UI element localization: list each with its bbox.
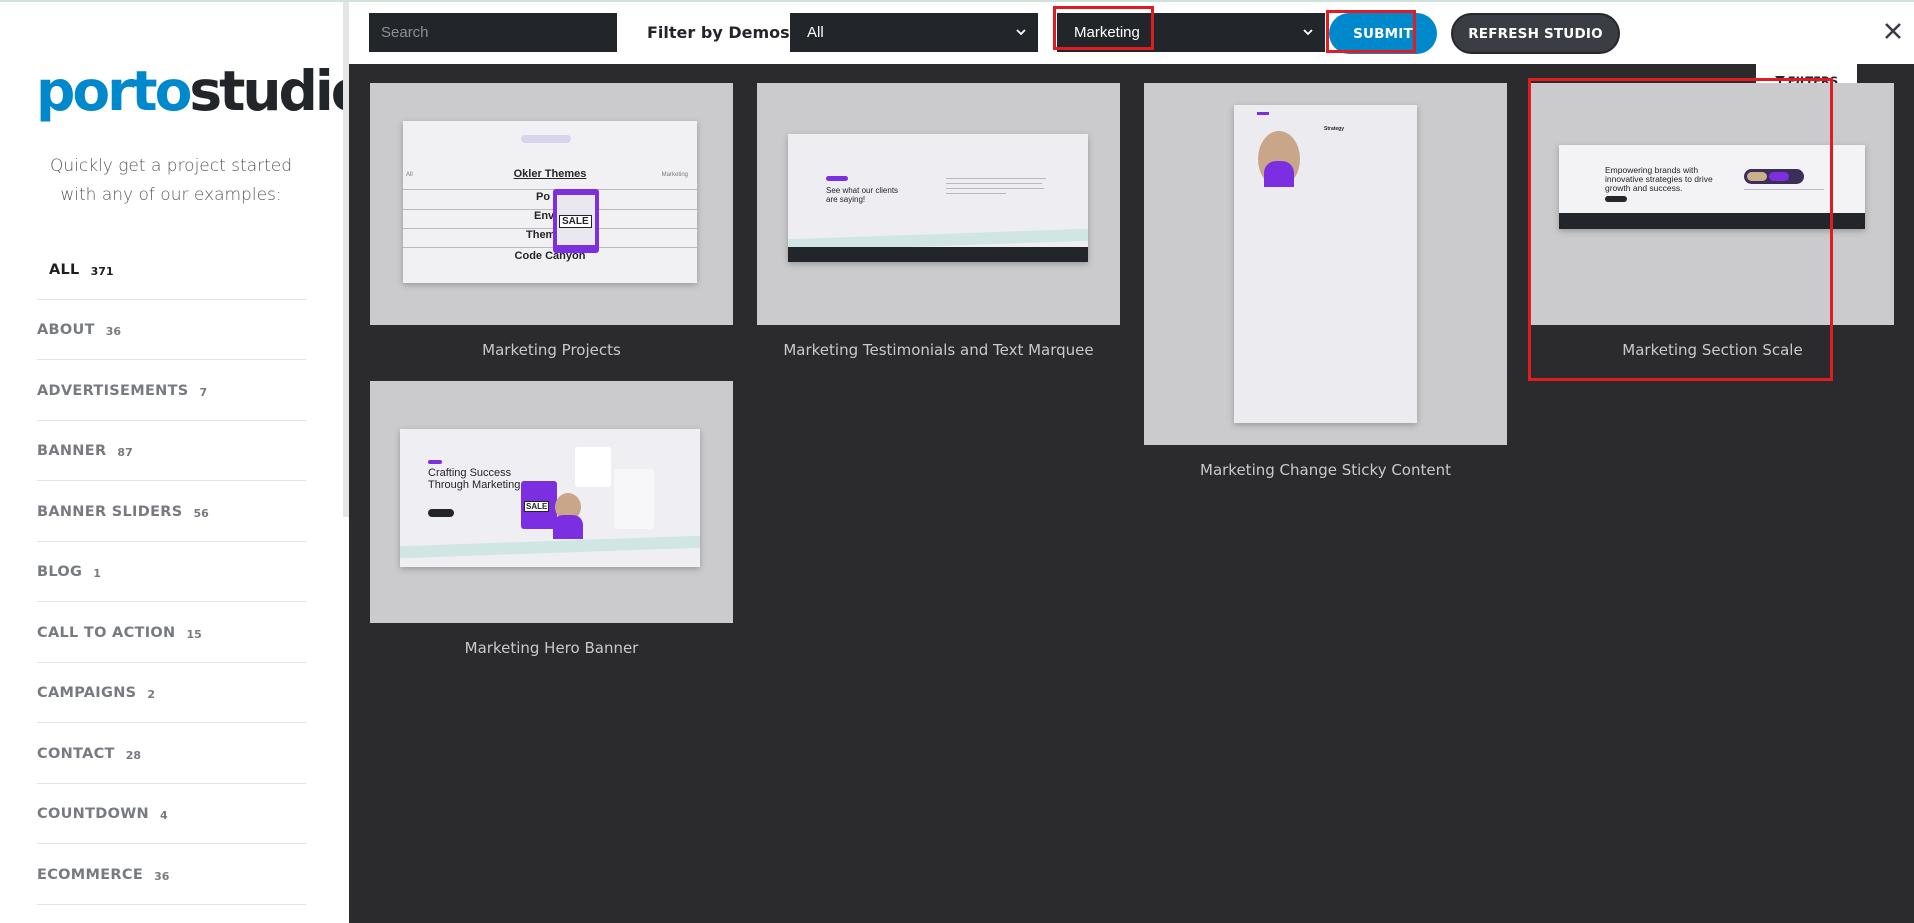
refresh-studio-button[interactable]: REFRESH STUDIO (1451, 13, 1620, 54)
category-name: ECOMMERCE (37, 866, 144, 883)
category-item-contact[interactable]: CONTACT 28 (37, 723, 306, 784)
category-count: 1 (93, 567, 101, 581)
category-select[interactable]: Marketing (1057, 13, 1325, 52)
preview-line: Po (536, 191, 551, 203)
porto-studio-logo: portostudio (36, 56, 343, 126)
preview-page: Strategy (1234, 105, 1417, 423)
category-name: CONTACT (37, 745, 115, 762)
category-name: ALL (49, 261, 80, 278)
preview-page: All Marketing Okler Themes Po Env Theme … (403, 121, 697, 283)
category-name: ADVERTISEMENTS (37, 382, 189, 399)
category-name: CALL TO ACTION (37, 624, 176, 641)
category-name: BANNER (37, 443, 107, 460)
preview-page: Crafting Success Through Marketing SALE (400, 429, 700, 567)
submit-button[interactable]: SUBMIT (1329, 13, 1437, 54)
studio-card-marketing-testimonials[interactable]: See what our clients are saying! Marketi… (757, 83, 1120, 363)
filter-toolbar: Filter by Demos All Marketing SUBMIT REF… (349, 2, 1914, 64)
category-count: 15 (186, 627, 202, 641)
logo-studio-text: studio (189, 59, 343, 123)
card-thumbnail: Crafting Success Through Marketing SALE (370, 381, 733, 623)
card-title: Marketing Change Sticky Content (1200, 461, 1451, 479)
category-item-ecommerce[interactable]: ECOMMERCE 36 (37, 844, 306, 905)
preview-heading: Empowering brands with innovative strate… (1605, 165, 1713, 193)
studio-card-marketing-hero-banner[interactable]: Crafting Success Through Marketing SALE … (370, 381, 733, 661)
studio-card-marketing-projects[interactable]: All Marketing Okler Themes Po Env Theme … (370, 83, 733, 363)
category-name: CAMPAIGNS (37, 685, 137, 702)
logo-porto-text: porto (36, 59, 192, 123)
preview-brand: Okler Themes (513, 168, 587, 180)
preview-sale-badge: SALE (524, 501, 550, 512)
card-thumbnail: All Marketing Okler Themes Po Env Theme … (370, 83, 733, 325)
studio-main: Filter by Demos All Marketing SUBMIT REF… (349, 2, 1914, 923)
category-count: 87 (117, 446, 133, 460)
category-name: ABOUT (37, 322, 95, 339)
category-count: 7 (199, 385, 208, 399)
card-title: Marketing Testimonials and Text Marquee (783, 341, 1094, 359)
category-item-blog[interactable]: BLOG 1 (37, 542, 306, 602)
category-item-call-to-action[interactable]: CALL TO ACTION 15 (37, 602, 306, 663)
filter-by-demos-label: Filter by Demos (647, 23, 790, 42)
category-item-banner-sliders[interactable]: BANNER SLIDERS 56 (37, 481, 306, 542)
preview-heading: Strategy (1324, 126, 1345, 132)
category-item-full-page[interactable]: FULL PAGE20 (37, 905, 306, 923)
card-thumbnail: Empowering brands with innovative strate… (1531, 83, 1894, 325)
preview-line: Env (534, 210, 555, 222)
category-item-banner[interactable]: BANNER 87 (37, 421, 306, 481)
category-select-value: Marketing (1074, 24, 1140, 41)
card-title: Marketing Hero Banner (464, 639, 639, 657)
category-count: 56 (193, 506, 209, 520)
chevron-down-icon (1303, 29, 1313, 36)
category-count: 28 (125, 748, 142, 762)
category-item-countdown[interactable]: COUNTDOWN 4 (37, 784, 306, 844)
preview-sale-phone: SALE (553, 189, 599, 253)
card-thumbnail: See what our clients are saying! (757, 83, 1120, 325)
category-list: ALL 371 ABOUT 36 ADVERTISEMENTS 7 BANNER 87 BANN… (37, 239, 306, 923)
category-count: 2 (147, 688, 156, 702)
category-item-advertisements[interactable]: ADVERTISEMENTS 7 (37, 360, 306, 421)
close-icon[interactable] (1880, 18, 1906, 44)
chevron-down-icon (1016, 29, 1026, 36)
category-count: 371 (90, 264, 114, 278)
category-item-all[interactable]: ALL 371 (37, 239, 306, 300)
card-title: Marketing Projects (482, 341, 621, 359)
card-title: Marketing Section Scale (1622, 341, 1803, 359)
preview-sale-badge: SALE (559, 215, 592, 228)
preview-page: See what our clients are saying! (788, 134, 1088, 262)
preview-heading: Crafting Success Through Marketing (428, 467, 521, 491)
card-thumbnail: Strategy (1144, 83, 1507, 445)
category-item-campaigns[interactable]: CAMPAIGNS 2 (37, 663, 306, 723)
preview-heading: See what our clients are saying! (826, 186, 899, 204)
demos-select[interactable]: All (790, 13, 1038, 52)
category-count: 36 (105, 325, 122, 339)
category-name: BLOG (37, 564, 83, 581)
search-input[interactable] (369, 13, 617, 52)
studio-card-marketing-sticky-content[interactable]: Strategy Marketing Change Sticky Content (1144, 83, 1507, 483)
category-item-about[interactable]: ABOUT 36 (37, 300, 306, 360)
category-count: 36 (154, 869, 170, 883)
category-name: BANNER SLIDERS (37, 503, 183, 520)
sidebar-tagline: Quickly get a project started with any o… (49, 156, 293, 205)
preview-line: Code Canyon (514, 250, 586, 262)
preview-page: Empowering brands with innovative strate… (1559, 145, 1865, 229)
category-name: COUNTDOWN (37, 806, 149, 823)
category-count: 4 (159, 809, 168, 823)
demos-select-value: All (807, 24, 824, 41)
studio-card-marketing-section-scale[interactable]: Empowering brands with innovative strate… (1531, 83, 1894, 363)
sidebar: portostudio Quickly get a project starte… (0, 2, 343, 923)
